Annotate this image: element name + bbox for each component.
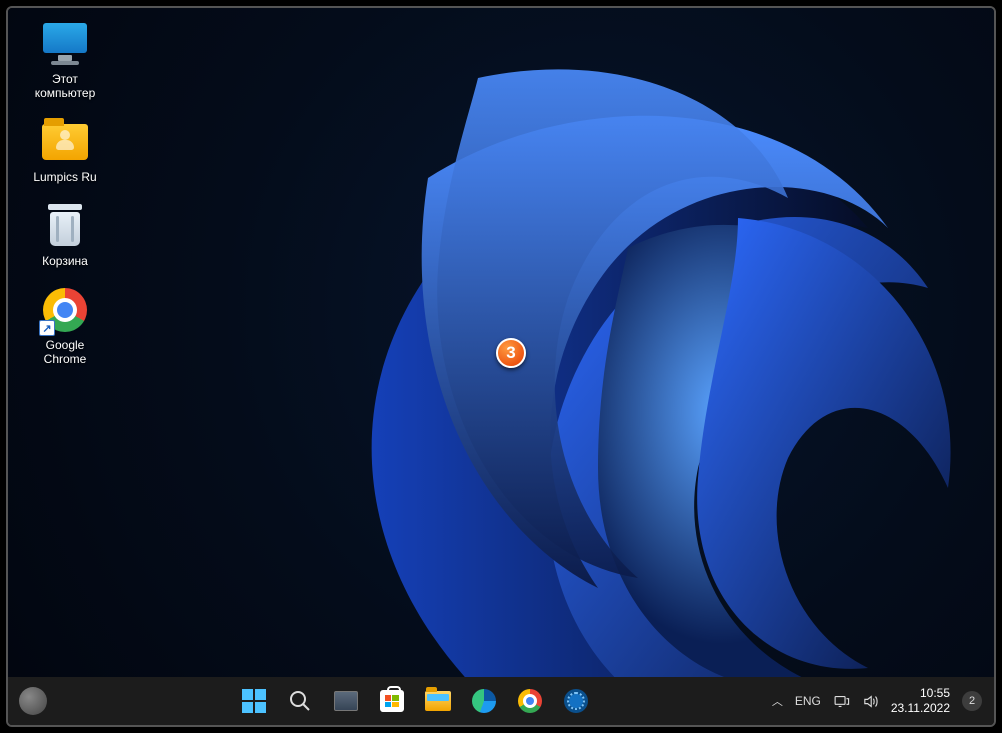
file-explorer-button[interactable] <box>418 681 458 721</box>
icon-this-pc[interactable]: Этот компьютер <box>20 20 110 100</box>
icon-label: Этот компьютер <box>35 72 96 100</box>
chevron-up-icon: ︿ <box>772 693 783 709</box>
edge-button[interactable] <box>464 681 504 721</box>
taskview-icon <box>334 691 358 711</box>
icon-label: Lumpics Ru <box>33 170 96 184</box>
icon-label: Google Chrome <box>44 338 87 366</box>
taskbar-pinned <box>58 681 772 721</box>
screen-frame: Этот компьютер Lumpics Ru Корзина ↗ <box>6 6 996 727</box>
volume-icon <box>862 693 879 710</box>
chrome-icon <box>518 689 542 713</box>
wallpaper-bloom <box>268 68 994 677</box>
clock-date: 23.11.2022 <box>891 701 950 716</box>
weather-widget[interactable] <box>13 681 53 721</box>
folder-icon <box>41 118 89 166</box>
ms-store-button[interactable] <box>372 681 412 721</box>
windows-logo-icon <box>242 689 266 713</box>
taskview-button[interactable] <box>326 681 366 721</box>
shortcut-arrow-icon: ↗ <box>39 320 55 336</box>
monitor-icon <box>41 20 89 68</box>
explorer-icon <box>425 691 451 711</box>
store-icon <box>380 690 404 712</box>
taskbar: ︿ ENG 10:55 23.11.2022 2 <box>8 677 994 725</box>
weather-icon <box>19 687 47 715</box>
settings-button[interactable] <box>556 681 596 721</box>
tray-overflow-button[interactable]: ︿ <box>772 693 783 709</box>
icon-lumpics-folder[interactable]: Lumpics Ru <box>20 118 110 184</box>
search-button[interactable] <box>280 681 320 721</box>
recyclebin-icon <box>41 202 89 250</box>
desktop-icons: Этот компьютер Lumpics Ru Корзина ↗ <box>20 20 110 366</box>
start-button[interactable] <box>234 681 274 721</box>
search-icon <box>288 689 312 713</box>
desktop[interactable]: Этот компьютер Lumpics Ru Корзина ↗ <box>8 8 994 677</box>
clock-button[interactable]: 10:55 23.11.2022 <box>891 686 950 716</box>
language-indicator[interactable]: ENG <box>795 694 821 708</box>
edge-icon <box>472 689 496 713</box>
chrome-icon: ↗ <box>41 286 89 334</box>
icon-label: Корзина <box>42 254 88 268</box>
chrome-taskbar-button[interactable] <box>510 681 550 721</box>
network-icon <box>833 693 850 710</box>
notifications-button[interactable]: 2 <box>962 691 982 711</box>
icon-google-chrome[interactable]: ↗ Google Chrome <box>20 286 110 366</box>
system-tray: ︿ ENG 10:55 23.11.2022 2 <box>772 686 994 716</box>
volume-button[interactable] <box>862 693 879 710</box>
settings-icon <box>564 689 588 713</box>
network-button[interactable] <box>833 693 850 710</box>
annotation-badge: 3 <box>496 338 526 368</box>
clock-time: 10:55 <box>891 686 950 701</box>
icon-recycle-bin[interactable]: Корзина <box>20 202 110 268</box>
